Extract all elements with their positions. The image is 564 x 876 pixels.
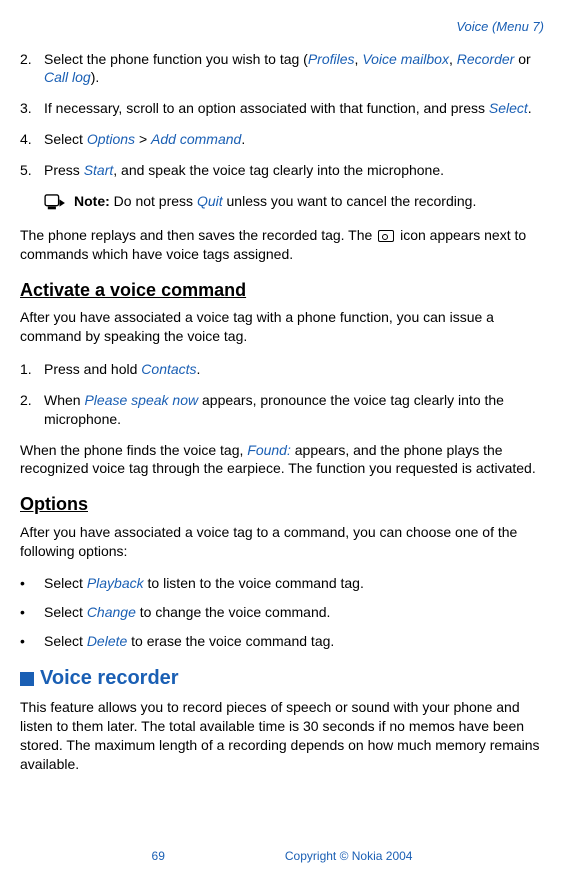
step-body: Select the phone function you wish to ta… bbox=[44, 50, 544, 88]
text-run: Select bbox=[44, 633, 87, 649]
text-run: Select bbox=[44, 131, 87, 147]
text-run: . bbox=[528, 100, 532, 116]
section-activate-title: Activate a voice command bbox=[20, 278, 544, 302]
note-block: Note: Do not press Quit unless you want … bbox=[44, 192, 544, 212]
text-run: When bbox=[44, 392, 84, 408]
text-run: Select bbox=[44, 604, 87, 620]
step-body: Press and hold Contacts. bbox=[44, 360, 544, 379]
ui-term-link: Voice mailbox bbox=[362, 51, 449, 67]
text-run: . bbox=[241, 131, 245, 147]
ui-term-link: Delete bbox=[87, 633, 127, 649]
bullet-body: Select Playback to listen to the voice c… bbox=[44, 574, 364, 593]
found-paragraph: When the phone finds the voice tag, Foun… bbox=[20, 441, 544, 479]
numbered-step: 5.Press Start, and speak the voice tag c… bbox=[20, 161, 544, 180]
ui-term-link: Call log bbox=[44, 69, 91, 85]
step-number: 2. bbox=[20, 391, 44, 429]
text-run: When the phone finds the voice tag, bbox=[20, 442, 247, 458]
bullet-body: Select Change to change the voice comman… bbox=[44, 603, 330, 622]
text-run: Press bbox=[44, 162, 84, 178]
note-icon bbox=[44, 194, 66, 212]
page-footer: 69 Copyright © Nokia 2004 bbox=[20, 848, 544, 864]
page-number: 69 bbox=[152, 848, 165, 864]
text-run: . bbox=[197, 361, 201, 377]
step-number: 4. bbox=[20, 130, 44, 149]
ui-term-link: Add command bbox=[151, 131, 241, 147]
note-label: Note: bbox=[74, 193, 110, 209]
step-number: 5. bbox=[20, 161, 44, 180]
step-body: Press Start, and speak the voice tag cle… bbox=[44, 161, 544, 180]
text-run: Press and hold bbox=[44, 361, 141, 377]
activate-intro: After you have associated a voice tag wi… bbox=[20, 308, 544, 346]
header-breadcrumb: Voice (Menu 7) bbox=[20, 18, 544, 36]
step-body: When Please speak now appears, pronounce… bbox=[44, 391, 544, 429]
section-recorder-heading: Voice recorder bbox=[20, 665, 544, 692]
ui-term-link: Change bbox=[87, 604, 136, 620]
text-run: , bbox=[449, 51, 457, 67]
step-number: 1. bbox=[20, 360, 44, 379]
bullet-marker: • bbox=[20, 574, 44, 593]
replay-pre: The phone replays and then saves the rec… bbox=[20, 227, 376, 243]
numbered-step: 4.Select Options > Add command. bbox=[20, 130, 544, 149]
numbered-step: 2.When Please speak now appears, pronoun… bbox=[20, 391, 544, 429]
ui-term-link: Recorder bbox=[457, 51, 515, 67]
ui-term-link: Options bbox=[87, 131, 135, 147]
bullet-item: •Select Delete to erase the voice comman… bbox=[20, 632, 544, 651]
ui-term-link: Please speak now bbox=[84, 392, 198, 408]
bullet-item: •Select Change to change the voice comma… bbox=[20, 603, 544, 622]
ui-term-link: Profiles bbox=[308, 51, 355, 67]
note-text: Note: Do not press Quit unless you want … bbox=[74, 192, 476, 211]
text-run: to change the voice command. bbox=[136, 604, 331, 620]
bullet-marker: • bbox=[20, 603, 44, 622]
bullet-item: •Select Playback to listen to the voice … bbox=[20, 574, 544, 593]
text-run: ). bbox=[91, 69, 100, 85]
ui-term-link: Start bbox=[84, 162, 114, 178]
step-body: If necessary, scroll to an option associ… bbox=[44, 99, 544, 118]
text-run: or bbox=[514, 51, 530, 67]
section-options-title: Options bbox=[20, 492, 544, 516]
ui-term-link: Contacts bbox=[141, 361, 196, 377]
replay-paragraph: The phone replays and then saves the rec… bbox=[20, 226, 544, 264]
ui-term-link: Found: bbox=[247, 442, 291, 458]
step-body: Select Options > Add command. bbox=[44, 130, 544, 149]
text-run: If necessary, scroll to an option associ… bbox=[44, 100, 489, 116]
section-marker-icon bbox=[20, 672, 34, 686]
text-run: to erase the voice command tag. bbox=[127, 633, 334, 649]
numbered-step: 3.If necessary, scroll to an option asso… bbox=[20, 99, 544, 118]
text-run: Select bbox=[44, 575, 87, 591]
text-run: , and speak the voice tag clearly into t… bbox=[113, 162, 444, 178]
text-run: Select the phone function you wish to ta… bbox=[44, 51, 308, 67]
copyright-text: Copyright © Nokia 2004 bbox=[285, 848, 413, 864]
bullet-marker: • bbox=[20, 632, 44, 651]
ui-term-link: Quit bbox=[197, 193, 223, 209]
section-recorder-title: Voice recorder bbox=[40, 665, 179, 692]
text-run: Do not press bbox=[110, 193, 197, 209]
text-run: unless you want to cancel the recording. bbox=[223, 193, 477, 209]
step-number: 3. bbox=[20, 99, 44, 118]
numbered-step: 2.Select the phone function you wish to … bbox=[20, 50, 544, 88]
options-intro: After you have associated a voice tag to… bbox=[20, 523, 544, 561]
recorder-body: This feature allows you to record pieces… bbox=[20, 698, 544, 774]
step-number: 2. bbox=[20, 50, 44, 88]
voice-tag-icon bbox=[378, 230, 394, 242]
ui-term-link: Select bbox=[489, 100, 528, 116]
bullet-body: Select Delete to erase the voice command… bbox=[44, 632, 334, 651]
ui-term-link: Playback bbox=[87, 575, 144, 591]
text-run: to listen to the voice command tag. bbox=[144, 575, 364, 591]
text-run: > bbox=[135, 131, 151, 147]
numbered-step: 1.Press and hold Contacts. bbox=[20, 360, 544, 379]
